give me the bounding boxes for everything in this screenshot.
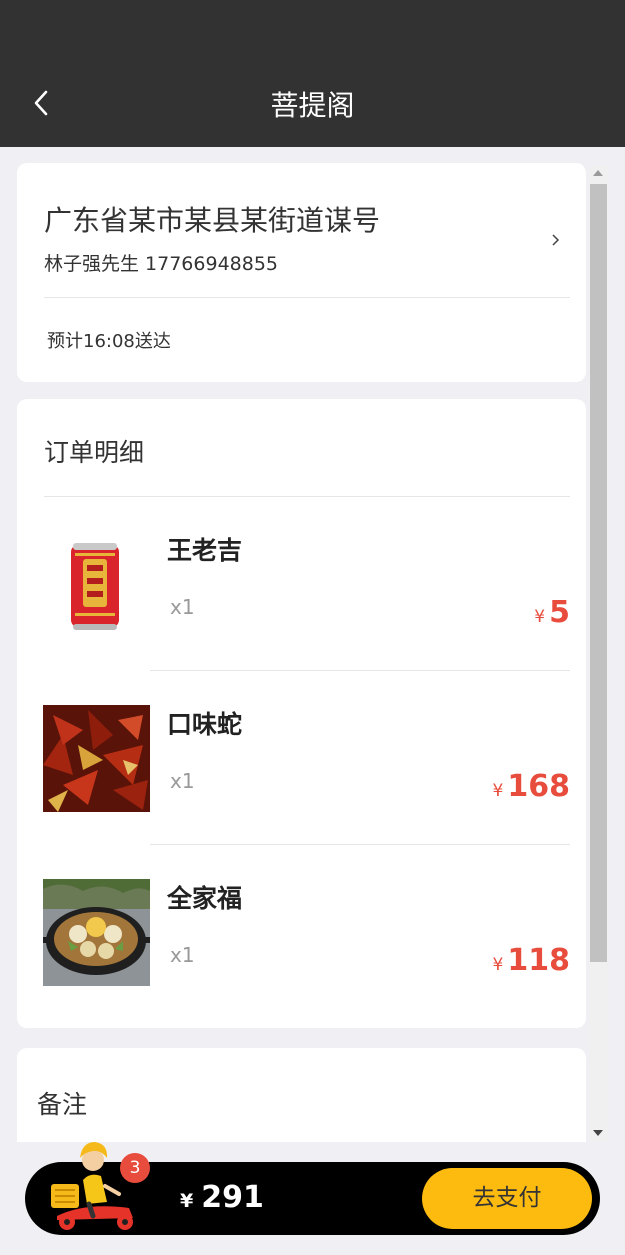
address-contact: 林子强先生 17766948855 bbox=[44, 253, 279, 275]
vertical-scrollbar[interactable] bbox=[589, 166, 608, 1142]
cart-count-badge: 3 bbox=[120, 1153, 150, 1183]
item-name: 全家福 bbox=[167, 884, 243, 913]
currency-symbol: ¥ bbox=[534, 607, 546, 627]
currency-symbol: ¥ bbox=[492, 781, 504, 801]
currency-symbol: ¥ bbox=[492, 955, 504, 975]
item-price: ¥5 bbox=[534, 595, 570, 630]
chevron-right-icon bbox=[552, 234, 560, 246]
order-scroll-area[interactable]: 广东省某市某县某街道谋号 林子强先生 17766948855 预计16:08送达… bbox=[0, 147, 625, 1142]
address-card[interactable]: 广东省某市某县某街道谋号 林子强先生 17766948855 预计16:08送达 bbox=[17, 163, 586, 382]
divider bbox=[44, 297, 570, 298]
cart-total-value: 291 bbox=[201, 1180, 264, 1215]
item-image-pot bbox=[43, 879, 150, 986]
note-title: 备注 bbox=[37, 1090, 88, 1119]
order-detail-card: 订单明细 王老吉 x1 ¥5 口味蛇 x1 ¥ 168 全家福 x1 ¥ 118 bbox=[17, 399, 586, 1028]
scroll-up-arrow-icon[interactable] bbox=[593, 170, 603, 176]
order-item: 全家福 x1 ¥118 bbox=[17, 845, 586, 1019]
delivery-rider-icon[interactable] bbox=[45, 1136, 145, 1231]
item-image-can bbox=[43, 531, 150, 638]
item-price-value: 168 bbox=[507, 769, 570, 804]
scrollbar-thumb[interactable] bbox=[590, 184, 607, 962]
order-item: 王老吉 x1 ¥5 bbox=[17, 497, 586, 671]
cart-total: ¥291 bbox=[180, 1180, 264, 1215]
checkout-bar: 3 ¥291 去支付 bbox=[25, 1142, 600, 1235]
item-name: 口味蛇 bbox=[167, 710, 243, 739]
order-item: 口味蛇 x1 ¥168 bbox=[17, 671, 586, 845]
page-title: 菩提阁 bbox=[270, 89, 355, 122]
item-quantity: x1 bbox=[170, 943, 195, 967]
item-image-dish bbox=[43, 705, 150, 812]
item-price: ¥168 bbox=[493, 769, 570, 804]
app-header: 菩提阁 bbox=[0, 0, 625, 147]
item-price: ¥118 bbox=[493, 943, 570, 978]
item-price-value: 5 bbox=[549, 595, 570, 630]
delivery-eta: 预计16:08送达 bbox=[47, 331, 171, 352]
pay-button[interactable]: 去支付 bbox=[422, 1168, 592, 1229]
item-price-value: 118 bbox=[507, 943, 570, 978]
note-card[interactable]: 备注 bbox=[17, 1048, 586, 1142]
order-detail-title: 订单明细 bbox=[44, 438, 145, 467]
item-quantity: x1 bbox=[170, 595, 195, 619]
address-text: 广东省某市某县某街道谋号 bbox=[44, 204, 381, 237]
item-name: 王老吉 bbox=[167, 536, 243, 565]
scroll-down-arrow-icon[interactable] bbox=[593, 1130, 603, 1136]
item-quantity: x1 bbox=[170, 769, 195, 793]
currency-symbol: ¥ bbox=[180, 1190, 194, 1212]
